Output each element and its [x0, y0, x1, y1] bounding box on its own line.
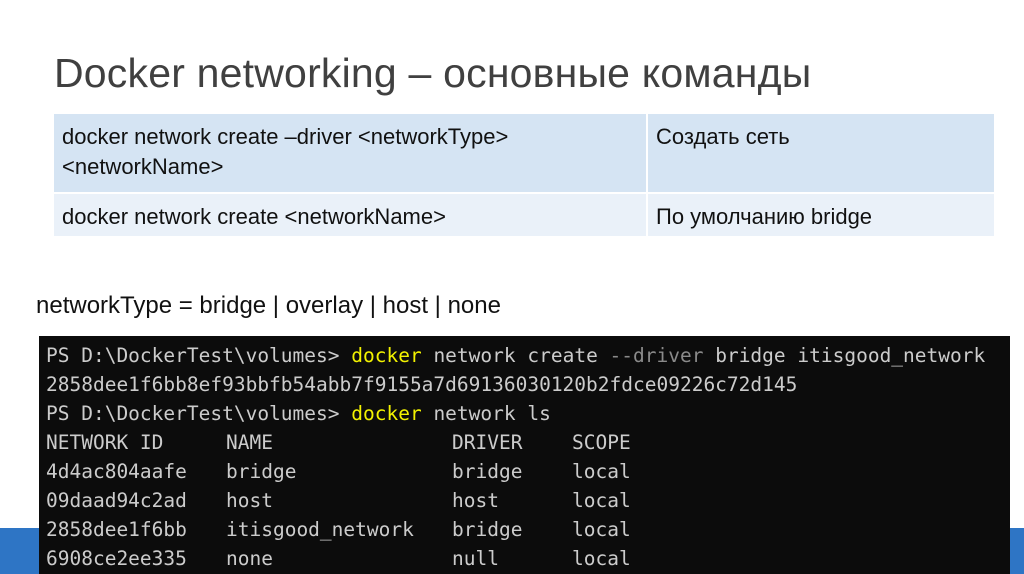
- description-cell: По умолчанию bridge: [646, 192, 996, 238]
- slide-title: Docker networking – основные команды: [54, 50, 812, 96]
- accent-bar-left: [0, 528, 44, 574]
- terminal-cell: local: [572, 518, 631, 541]
- terminal-header-cell: DRIVER: [452, 431, 523, 454]
- terminal-command-line: PS D:\DockerTest\volumes> docker network…: [46, 341, 985, 370]
- terminal-table-row: 09daad94c2ad host host local: [46, 486, 631, 515]
- command-table: docker network create –driver <networkTy…: [52, 112, 996, 238]
- command-text-line: <networkName>: [62, 154, 224, 179]
- command-text-line: docker network create <networkName>: [62, 204, 446, 229]
- terminal-cell: itisgood_network: [226, 518, 414, 541]
- terminal-cell: 6908ce2ee335: [46, 547, 187, 570]
- terminal-table-header: NETWORK ID NAME DRIVER SCOPE: [46, 428, 631, 457]
- terminal-cell: none: [226, 547, 273, 570]
- terminal-prompt: PS D:\DockerTest\volumes>: [46, 402, 352, 425]
- terminal-output-line: 2858dee1f6bb8ef93bbfb54abb7f9155a7d69136…: [46, 373, 798, 396]
- terminal-cell: host: [226, 489, 273, 512]
- terminal-cell: 2858dee1f6bb: [46, 518, 187, 541]
- network-type-note: networkType = bridge | overlay | host | …: [36, 292, 501, 319]
- terminal-header-cell: NETWORK ID: [46, 431, 164, 454]
- terminal-header-cell: SCOPE: [572, 431, 631, 454]
- terminal-cell: host: [452, 489, 499, 512]
- terminal-table-row: 2858dee1f6bb itisgood_network bridge local: [46, 515, 631, 544]
- terminal-args: network ls: [421, 402, 551, 425]
- terminal-keyword: docker: [351, 402, 422, 425]
- terminal-prompt: PS D:\DockerTest\volumes>: [46, 344, 352, 367]
- terminal-args: network create: [421, 344, 610, 367]
- command-cell: docker network create –driver <networkTy…: [52, 112, 648, 194]
- terminal-cell: bridge: [452, 460, 523, 483]
- description-text: Создать сеть: [656, 124, 790, 149]
- table-row: docker network create –driver <networkTy…: [52, 112, 996, 194]
- command-text-line: docker network create –driver <networkTy…: [62, 124, 509, 149]
- command-cell: docker network create <networkName>: [52, 192, 648, 238]
- description-cell: Создать сеть: [646, 112, 996, 194]
- terminal-cell: local: [572, 489, 631, 512]
- terminal-keyword: docker: [351, 344, 422, 367]
- terminal-header-cell: NAME: [226, 431, 273, 454]
- terminal-table-row: 4d4ac804aafe bridge bridge local: [46, 457, 631, 486]
- terminal-table-row: 6908ce2ee335 none null local: [46, 544, 631, 573]
- terminal-cell: bridge: [452, 518, 523, 541]
- terminal-args: bridge itisgood_network: [703, 344, 986, 367]
- terminal-cell: local: [572, 460, 631, 483]
- terminal-cell: 09daad94c2ad: [46, 489, 187, 512]
- terminal-cell: bridge: [226, 460, 297, 483]
- terminal-cell: null: [452, 547, 499, 570]
- terminal-cell: 4d4ac804aafe: [46, 460, 187, 483]
- terminal-cell: local: [572, 547, 631, 570]
- terminal-command-line: PS D:\DockerTest\volumes> docker network…: [46, 399, 551, 428]
- terminal-flag: --driver: [609, 344, 704, 367]
- terminal-screenshot: PS D:\DockerTest\volumes> docker network…: [39, 336, 1010, 574]
- table-row: docker network create <networkName> По у…: [52, 192, 996, 238]
- description-text: По умолчанию bridge: [656, 204, 873, 229]
